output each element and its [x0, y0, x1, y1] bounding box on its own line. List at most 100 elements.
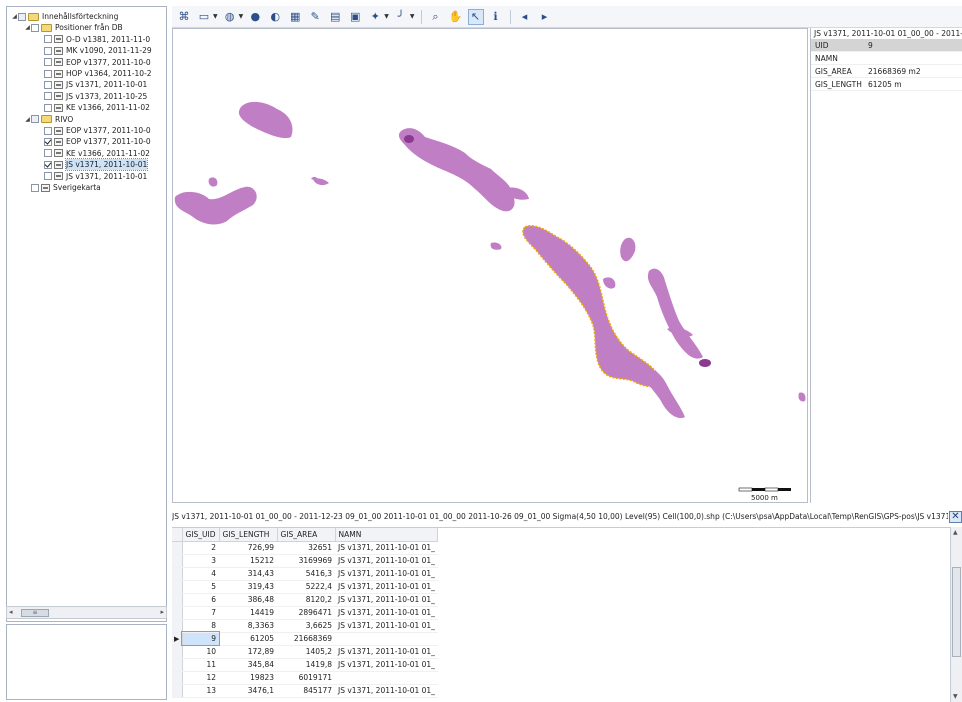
map-polygon[interactable]	[238, 101, 293, 139]
layer-checkbox[interactable]	[44, 149, 52, 158]
grid-icon[interactable]: ▦	[287, 9, 303, 25]
row-header[interactable]	[172, 541, 183, 555]
line-tool-icon[interactable]: ╯	[393, 9, 409, 25]
scrollbar-thumb[interactable]	[952, 567, 961, 657]
map-canvas[interactable]: 5000 m	[172, 28, 808, 503]
scrollbar-thumb[interactable]: ≡	[21, 609, 49, 617]
layer-checkbox[interactable]	[44, 172, 52, 181]
table-cell[interactable]: JS v1371, 2011-10-01 01_	[335, 645, 438, 659]
table-cell[interactable]: 5	[182, 580, 220, 594]
row-header[interactable]	[172, 658, 183, 672]
row-header[interactable]	[172, 593, 183, 607]
property-row[interactable]: NAMN	[811, 52, 962, 65]
table-cell[interactable]: 4	[182, 567, 220, 581]
layer-checkbox[interactable]	[44, 35, 52, 44]
map-polygon[interactable]	[603, 277, 616, 289]
table-row[interactable]: 4 314,43 5416,3 JS v1371, 2011-10-01 01_	[172, 567, 438, 581]
map-polygon[interactable]	[490, 242, 502, 250]
table-body[interactable]: 2 726,99 32651 JS v1371, 2011-10-01 01_ 3 152…	[172, 541, 438, 698]
table-cell[interactable]: 3169969	[277, 554, 336, 568]
column-header[interactable]: GIS_LENGTH	[219, 528, 278, 542]
tree-item[interactable]: JS v1371, 2011-10-01	[37, 79, 147, 90]
table-row[interactable]: 11 345,84 1419,8 JS v1371, 2011-10-01 01_	[172, 658, 438, 672]
property-row[interactable]: GIS_AREA 21668369 m2	[811, 65, 962, 78]
tree-item[interactable]: Sverigekarta	[24, 182, 101, 193]
tree-item[interactable]: O-D v1381, 2011-11-0	[37, 34, 150, 45]
table-cell[interactable]: 3,6625	[277, 619, 336, 633]
row-header[interactable]	[172, 567, 183, 581]
layer-tree-panel[interactable]: ◢ Innehållsförteckning ◢ Positioner från DB…	[6, 6, 167, 622]
dropdown-arrow-icon[interactable]: ▼	[384, 13, 389, 20]
tree-item[interactable]: MK v1090, 2011-11-29	[37, 45, 152, 56]
tree-item[interactable]: KE v1366, 2011-11-02	[37, 102, 150, 113]
table-cell[interactable]: 3	[182, 554, 220, 568]
layer-checkbox[interactable]	[44, 160, 52, 169]
table-row[interactable]: 6 386,48 8120,2 JS v1371, 2011-10-01 01_	[172, 593, 438, 607]
table-cell[interactable]: 3476,1	[219, 684, 278, 698]
tree-item[interactable]: EOP v1377, 2011-10-0	[37, 57, 151, 68]
scroll-left-icon[interactable]: ◂	[9, 608, 13, 616]
map-polygon-dark[interactable]	[404, 135, 414, 143]
table-cell[interactable]: 172,89	[219, 645, 278, 659]
select-arrow-icon[interactable]: ↖	[467, 8, 484, 25]
table-cell[interactable]: JS v1371, 2011-10-01 01_	[335, 684, 438, 698]
layer-checkbox[interactable]	[44, 69, 52, 78]
table-cell[interactable]: JS v1371, 2011-10-01 01_	[335, 658, 438, 672]
table-row[interactable]: 3 15212 3169969 JS v1371, 2011-10-01 01_	[172, 554, 438, 568]
scroll-up-icon[interactable]: ▲	[953, 529, 958, 536]
layer-checkbox[interactable]	[31, 115, 39, 124]
dropdown-arrow-icon[interactable]: ▼	[213, 13, 218, 20]
table-cell[interactable]: 2	[182, 541, 220, 555]
map-polygon[interactable]	[620, 237, 636, 262]
table-row[interactable]: 13 3476,1 845177 JS v1371, 2011-10-01 01_	[172, 684, 438, 698]
expand-icon[interactable]: ◢	[11, 11, 18, 22]
half-sphere-icon[interactable]: ◐	[267, 9, 283, 25]
row-header[interactable]	[172, 619, 183, 633]
expand-icon[interactable]: ◢	[24, 114, 31, 125]
selected-polygon[interactable]	[522, 224, 662, 388]
table-cell[interactable]: 5222,4	[277, 580, 336, 594]
table-row[interactable]: 8 8,3363 3,6625 JS v1371, 2011-10-01 01_	[172, 619, 438, 633]
table-cell[interactable]: 5416,3	[277, 567, 336, 581]
column-header[interactable]: NAMN	[335, 528, 439, 542]
table-cell[interactable]: 12	[182, 671, 220, 685]
close-icon[interactable]: ✕	[949, 511, 962, 523]
table-row[interactable]: 2 726,99 32651 JS v1371, 2011-10-01 01_	[172, 541, 438, 555]
table-cell[interactable]: JS v1371, 2011-10-01 01_	[335, 580, 438, 594]
map-polygon[interactable]	[398, 128, 515, 212]
chart-icon[interactable]: ▣	[347, 9, 363, 25]
layer-checkbox[interactable]	[44, 137, 52, 146]
table-cell[interactable]: 14419	[219, 606, 278, 620]
table-cell[interactable]: 9	[180, 631, 221, 646]
pan-icon[interactable]: ✋	[448, 9, 464, 25]
scroll-down-icon[interactable]: ▼	[953, 693, 958, 700]
table-cell[interactable]	[335, 632, 438, 646]
row-header[interactable]	[172, 580, 183, 594]
row-header[interactable]	[172, 606, 183, 620]
tree-item[interactable]: ◢ Positioner från DB	[24, 22, 122, 33]
table-cell[interactable]: 8	[182, 619, 220, 633]
table-cell[interactable]: JS v1371, 2011-10-01 01_	[335, 619, 438, 633]
map-polygon[interactable]	[667, 327, 693, 337]
table-cell[interactable]: JS v1371, 2011-10-01 01_	[335, 554, 438, 568]
table-cell[interactable]: 314,43	[219, 567, 278, 581]
magic-wand-icon[interactable]: ✎	[307, 9, 323, 25]
dropdown-arrow-icon[interactable]: ▼	[410, 13, 415, 20]
table-cell[interactable]: 32651	[277, 541, 336, 555]
table-icon[interactable]: ▤	[327, 9, 343, 25]
table-cell[interactable]: 726,99	[219, 541, 278, 555]
tree-item[interactable]: EOP v1377, 2011-10-0	[37, 125, 151, 136]
identify-icon[interactable]: ℹ	[488, 9, 504, 25]
tree-item[interactable]: JS v1371, 2011-10-01	[37, 158, 149, 172]
table-cell[interactable]: 15212	[219, 554, 278, 568]
paint-icon[interactable]: ✦	[367, 9, 383, 25]
column-header[interactable]: GIS_AREA	[277, 528, 336, 542]
attribute-table[interactable]: GIS_UID GIS_LENGTH GIS_AREA NAMN 2 726,99 326…	[172, 527, 950, 702]
table-cell[interactable]: 61205	[219, 632, 278, 646]
table-cell[interactable]	[335, 671, 438, 685]
tree-item[interactable]: ◢ RIVO	[24, 114, 73, 125]
layer-checkbox[interactable]	[31, 183, 39, 192]
layer-checkbox[interactable]	[44, 80, 52, 89]
back-icon[interactable]: ◂	[517, 9, 533, 25]
table-vertical-scrollbar[interactable]: ▲ ▼	[950, 527, 962, 702]
